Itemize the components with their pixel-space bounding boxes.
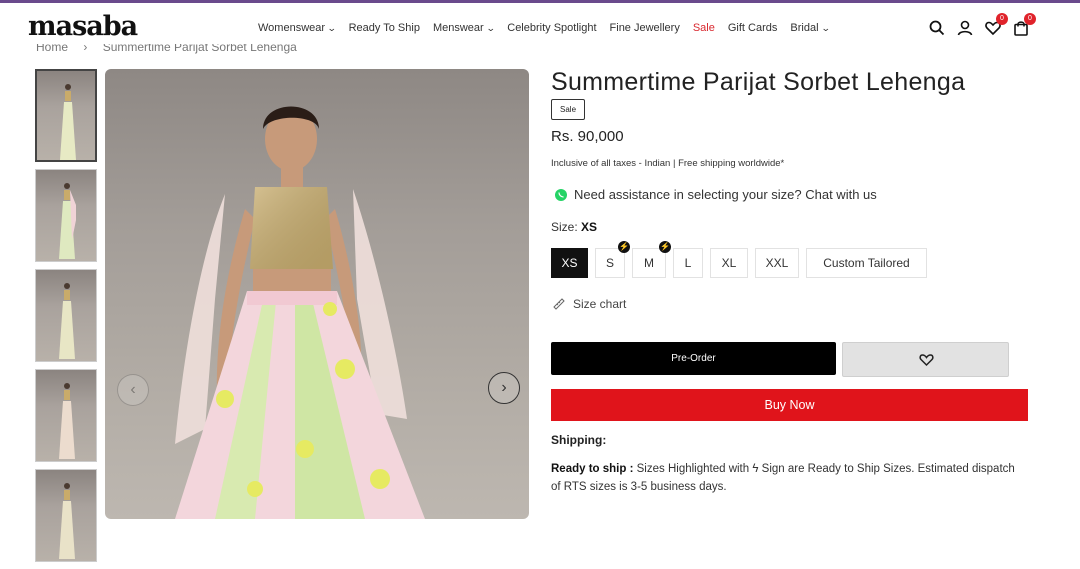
nav-item-label: Celebrity Spotlight [507,22,597,34]
size-option-label: XS [561,256,578,270]
model-figure [59,283,75,359]
nav-item-label: Menswear [432,22,484,34]
thumbnail-1[interactable] [35,69,97,162]
size-prefix: Size: [551,220,578,234]
user-icon[interactable] [956,19,974,37]
main-nav: Womenswear ⌄ Ready To Ship Menswear ⌄ Cele… [258,22,842,34]
site-header: masaba Womenswear ⌄ Ready To Ship Menswea… [0,3,1080,49]
size-option-xxl[interactable]: XXL [755,248,799,278]
ready-to-ship-label: Ready to ship : [551,463,634,475]
brand-logo[interactable]: masaba [28,11,138,42]
chevron-down-icon: ⌄ [326,23,337,33]
chevron-left-icon: ‹ [130,381,136,398]
thumbnail-gallery [35,69,98,569]
nav-item-label: Womenswear [258,22,326,34]
size-option-xl[interactable]: XL [710,248,748,278]
size-chart-label: Size chart [573,297,627,311]
chevron-down-icon: ⌄ [485,23,496,33]
size-option-s[interactable]: S ⚡ [595,241,630,278]
wishlist-count-badge: 0 [996,13,1008,25]
nav-item-label: Bridal [790,22,819,34]
size-option-m[interactable]: M ⚡ [632,241,671,278]
thumbnail-3[interactable] [35,269,97,362]
size-option-label: Custom Tailored [823,256,910,270]
ready-to-ship-bolt-icon: ⚡ [659,241,671,253]
add-to-wishlist-button[interactable] [842,342,1009,377]
size-assist-text: Need assistance in selecting your size? … [574,187,877,202]
nav-item-label: Fine Jewellery [609,22,680,34]
nav-item-gift-cards[interactable]: Gift Cards [728,22,778,34]
nav-item-sale[interactable]: Sale [693,22,715,34]
tax-shipping-note: Inclusive of all taxes - Indian | Free s… [551,158,785,169]
buy-now-button[interactable]: Buy Now [551,389,1028,421]
model-figure [59,183,76,259]
breadcrumb: Home › Summertime Parijat Sorbet Lehenga [36,44,297,56]
bolt-icon: ϟ [752,463,759,475]
chevron-right-icon: › [501,379,507,396]
nav-item-label: Gift Cards [727,22,778,34]
ruler-icon [553,298,565,310]
nav-item-label: Ready To Ship [348,22,420,34]
size-chart-link[interactable]: Size chart [553,297,626,311]
ready-to-ship-text-1: Sizes Highlighted with [636,463,750,475]
selected-size: XS [581,220,598,234]
shipping-heading: Shipping: [551,433,607,447]
product-info: Summertime Parijat Sorbet Lehenga Sale R… [551,68,1031,493]
nav-item-fine-jewellery[interactable]: Fine Jewellery [610,22,680,34]
wishlist-button[interactable]: 0 [984,13,1008,37]
previous-image-button[interactable]: ‹ [117,374,149,406]
next-image-button[interactable]: › [488,372,520,404]
model-figure [59,383,75,459]
model-figure [60,84,76,160]
cart-button[interactable]: 0 [1012,13,1036,37]
breadcrumb-current: Summertime Parijat Sorbet Lehenga [102,44,297,54]
model-illustration [175,106,425,519]
size-option-label: XXL [765,256,789,270]
nav-item-label: Sale [692,22,715,34]
heart-icon [919,354,934,367]
nav-item-celebrity-spotlight[interactable]: Celebrity Spotlight [507,22,596,34]
header-icons: 0 0 [928,13,1036,37]
product-title: Summertime Parijat Sorbet Lehenga [551,68,966,96]
main-product-image[interactable]: ‹ › [105,69,529,519]
nav-item-womenswear[interactable]: Womenswear ⌄ [258,22,337,34]
size-option-label: L [684,256,692,270]
size-option-label: S [605,256,614,270]
size-option-custom-tailored[interactable]: Custom Tailored [806,248,927,278]
size-option-l[interactable]: L [673,248,703,278]
thumbnail-5[interactable] [35,469,97,562]
chevron-down-icon: ⌄ [820,23,831,33]
nav-item-menswear[interactable]: Menswear ⌄ [432,22,496,34]
size-option-label: XL [721,256,737,270]
size-option-label: M [644,256,654,270]
cart-count-badge: 0 [1024,13,1036,25]
breadcrumb-separator: › [83,44,88,54]
nav-item-ready-to-ship[interactable]: Ready To Ship [349,22,420,34]
size-option-xs[interactable]: XS [551,248,588,278]
model-figure [59,483,75,559]
nav-item-bridal[interactable]: Bridal ⌄ [790,22,831,34]
pre-order-button[interactable]: Pre-Order [551,342,836,375]
breadcrumb-home[interactable]: Home [36,44,68,53]
whatsapp-icon [555,188,567,201]
ready-to-ship-note: Ready to ship : Sizes Highlighted with ϟ… [551,460,1021,496]
product-price: Rs. 90,000 [551,128,624,145]
ready-to-ship-bolt-icon: ⚡ [618,241,630,253]
size-assist-chat-link[interactable]: Need assistance in selecting your size? … [555,187,877,202]
size-label: Size: XS [551,220,597,234]
search-icon[interactable] [928,19,946,37]
size-options: XS S ⚡ M ⚡ L XL XXL Custom Tailored [551,241,927,278]
thumbnail-2[interactable] [35,169,97,262]
sale-tag: Sale [551,99,586,120]
thumbnail-4[interactable] [35,369,97,462]
